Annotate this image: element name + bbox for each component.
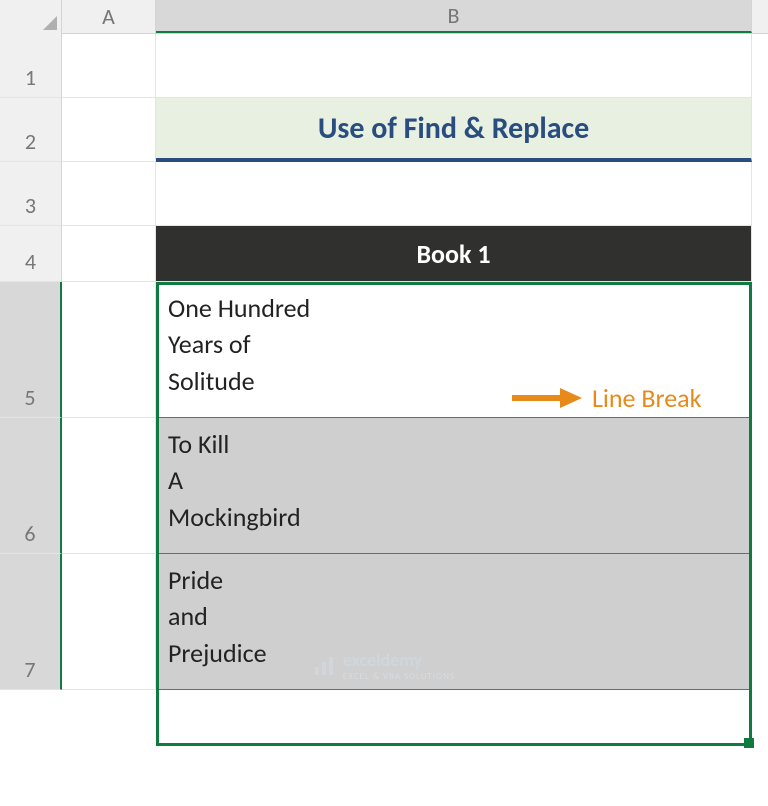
cell-B5[interactable]: One Hundred Years of Solitude: [156, 282, 752, 418]
row-header-5[interactable]: 5: [0, 282, 62, 418]
cell-A1[interactable]: [62, 34, 156, 98]
cell-grid: Use of Find & Replace Book 1 One Hundred…: [62, 34, 752, 690]
row-header-3[interactable]: 3: [0, 162, 62, 226]
row-header-6[interactable]: 6: [0, 418, 62, 554]
spreadsheet: A B 1 2 3 4 5 6 7 Use of Find & Replace: [0, 0, 768, 690]
chart-icon: [313, 655, 335, 677]
row-header-2[interactable]: 2: [0, 98, 62, 162]
cell-B1[interactable]: [156, 34, 752, 98]
watermark: exceldemy EXCEL & VBA SOLUTIONS: [0, 649, 768, 682]
row-header-1[interactable]: 1: [0, 34, 62, 98]
cell-A4[interactable]: [62, 226, 156, 282]
cell-A5[interactable]: [62, 282, 156, 418]
column-header-row: A B: [0, 0, 768, 34]
column-header-B[interactable]: B: [156, 0, 752, 33]
watermark-tagline: EXCEL & VBA SOLUTIONS: [343, 671, 455, 682]
selection-fill-handle[interactable]: [744, 738, 754, 748]
watermark-brand: exceldemy: [343, 649, 422, 671]
row-header-4[interactable]: 4: [0, 226, 62, 282]
column-header-A[interactable]: A: [62, 0, 156, 33]
cell-B3[interactable]: [156, 162, 752, 226]
cell-B6[interactable]: To Kill A Mockingbird: [156, 418, 752, 554]
cell-A2[interactable]: [62, 98, 156, 162]
cell-A3[interactable]: [62, 162, 156, 226]
select-all-corner[interactable]: [0, 0, 62, 34]
title-cell[interactable]: Use of Find & Replace: [156, 98, 752, 162]
table-header-cell[interactable]: Book 1: [156, 226, 752, 282]
cell-A6[interactable]: [62, 418, 156, 554]
row-headers: 1 2 3 4 5 6 7: [0, 34, 62, 690]
